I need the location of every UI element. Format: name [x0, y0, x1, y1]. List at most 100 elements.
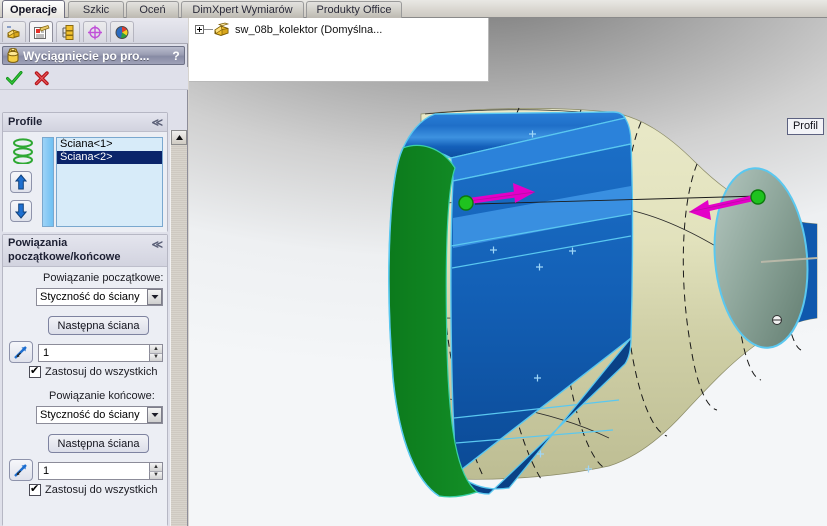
- profile-group: Profile ≪ Ściana<1> Ściana<2>: [2, 112, 168, 232]
- feature-manager-tab[interactable]: [2, 21, 26, 42]
- graphics-area[interactable]: Profil sw_08b_kolektor (Domyślna...: [189, 18, 827, 526]
- end-tangent-length-value[interactable]: 1: [39, 463, 149, 479]
- close-icon: [34, 70, 49, 85]
- view-orientation-icon[interactable]: [699, 18, 719, 19]
- selection-color-strip: [42, 137, 54, 227]
- display-style-icon[interactable]: [727, 18, 747, 19]
- feature-tree-overlay[interactable]: sw_08b_kolektor (Domyślna...: [189, 18, 489, 82]
- scrollbar-up-button[interactable]: [171, 130, 187, 145]
- end-constraint-value: Styczność do ściany: [40, 409, 140, 421]
- property-manager-title-text: Wyciągnięcie po pro...: [23, 48, 150, 63]
- start-tangent-length-value[interactable]: 1: [39, 345, 149, 361]
- start-end-constraints-group: Powiązania początkowe/końcowe ≪ Powiązan…: [2, 234, 168, 526]
- help-button[interactable]: ?: [168, 49, 184, 63]
- spinner-down-button[interactable]: ▼: [149, 353, 162, 361]
- start-tangent-direction-button[interactable]: [9, 341, 33, 363]
- solidworks-window: Operacje Szkic Oceń DimXpert Wymiarów Pr…: [0, 0, 827, 526]
- profile-list[interactable]: Ściana<1> Ściana<2>: [56, 137, 163, 227]
- end-apply-all-checkbox[interactable]: Zastosuj do wszystkich: [29, 483, 158, 496]
- manager-tab-strip: [0, 18, 188, 44]
- list-item[interactable]: Ściana<1>: [57, 138, 162, 151]
- tab-szkic[interactable]: Szkic: [68, 1, 124, 18]
- start-constraint-value: Styczność do ściany: [40, 291, 140, 303]
- display-manager-tab[interactable]: [110, 21, 134, 42]
- zoom-to-fit-icon[interactable]: [611, 18, 631, 19]
- end-constraint-dropdown[interactable]: Styczność do ściany: [36, 406, 163, 424]
- start-constraint-label: Powiązanie początkowe:: [43, 272, 164, 284]
- profile-group-body: Ściana<1> Ściana<2>: [3, 132, 167, 232]
- end-next-face-label: Następna ściana: [57, 437, 140, 450]
- panel-scrollbar[interactable]: [170, 130, 187, 526]
- tab-dimxpert-wymiarow[interactable]: DimXpert Wymiarów: [181, 1, 304, 18]
- start-drag-handle[interactable]: [458, 195, 474, 211]
- spinner-up-button[interactable]: ▲: [149, 345, 162, 354]
- feature-tree-root-row[interactable]: sw_08b_kolektor (Domyślna...: [195, 22, 382, 37]
- checkbox-checked-icon[interactable]: [29, 483, 41, 496]
- rotate-view-icon[interactable]: [655, 18, 675, 19]
- command-manager-tabbar: Operacje Szkic Oceń DimXpert Wymiarów Pr…: [0, 0, 827, 18]
- constraints-title-line1: Powiązania: [8, 237, 68, 249]
- checkbox-checked-icon[interactable]: [29, 365, 41, 378]
- zoom-to-area-icon[interactable]: [633, 18, 653, 19]
- chevron-up-icon[interactable]: ≪: [151, 116, 167, 129]
- view-toolbar: ▾ ▾ ▾: [611, 18, 825, 19]
- constraints-group-title: Powiązania początkowe/końcowe: [8, 236, 151, 264]
- move-up-button[interactable]: [10, 171, 32, 193]
- hide-show-items-icon[interactable]: [755, 18, 775, 19]
- end-drag-handle[interactable]: [750, 189, 766, 205]
- tab-label: Operacje: [9, 3, 58, 16]
- move-down-button[interactable]: [10, 200, 32, 222]
- profile-group-header[interactable]: Profile ≪: [3, 113, 167, 132]
- end-apply-all-label: Zastosuj do wszystkich: [45, 484, 158, 496]
- triangle-up-icon: [175, 135, 183, 140]
- ok-button[interactable]: [4, 69, 24, 87]
- chevron-down-icon[interactable]: [147, 407, 162, 423]
- tab-ocen[interactable]: Oceń: [126, 1, 179, 18]
- property-manager-tab[interactable]: [29, 21, 53, 42]
- list-item[interactable]: Ściana<2>: [57, 151, 162, 164]
- end-next-face-button[interactable]: Następna ściana: [48, 434, 149, 453]
- display-palette-icon: [115, 25, 129, 39]
- tab-label: DimXpert Wymiarów: [192, 4, 293, 16]
- spinner-up-button[interactable]: ▲: [149, 463, 162, 472]
- constraints-title-line2: początkowe/końcowe: [8, 251, 121, 263]
- start-next-face-button[interactable]: Następna ściana: [48, 316, 149, 335]
- start-constraint-dropdown[interactable]: Styczność do ściany: [36, 288, 163, 306]
- loft-model-3d[interactable]: [189, 18, 827, 526]
- arrow-up-icon: [15, 174, 27, 190]
- spinner-buttons[interactable]: ▲ ▼: [149, 345, 162, 361]
- check-icon: [5, 70, 22, 85]
- spinner-buttons[interactable]: ▲ ▼: [149, 463, 162, 479]
- tab-produkty-office[interactable]: Produkty Office: [306, 1, 402, 18]
- loft-profiles-icon: [11, 138, 35, 164]
- configuration-manager-tab[interactable]: [56, 21, 80, 42]
- end-tangent-length-spinner[interactable]: 1 ▲ ▼: [38, 462, 163, 480]
- chevron-down-icon[interactable]: [147, 289, 162, 305]
- dimxpert-manager-tab[interactable]: [83, 21, 107, 42]
- expand-icon[interactable]: [195, 25, 204, 34]
- constraints-group-header[interactable]: Powiązania początkowe/końcowe ≪: [3, 235, 167, 267]
- loft-feature-icon: [7, 48, 19, 63]
- start-apply-all-label: Zastosuj do wszystkich: [45, 366, 158, 378]
- scrollbar-track[interactable]: [171, 145, 187, 526]
- cancel-button[interactable]: [32, 69, 52, 87]
- feature-tree-root-label: sw_08b_kolektor (Domyślna...: [235, 23, 383, 36]
- end-tangent-direction-button[interactable]: [9, 459, 33, 481]
- start-tangent-length-spinner[interactable]: 1 ▲ ▼: [38, 344, 163, 362]
- edit-appearance-icon[interactable]: [783, 18, 803, 19]
- section-view-icon[interactable]: [677, 18, 697, 19]
- tangent-arrow-icon: [14, 345, 27, 359]
- tab-operacje[interactable]: Operacje: [2, 0, 65, 18]
- part-document-icon: [214, 22, 230, 37]
- property-manager-panel: Wyciągnięcie po pro... ? Profile ≪ Ścian…: [0, 18, 188, 526]
- spinner-down-button[interactable]: ▼: [149, 471, 162, 479]
- property-manager-icon: [33, 24, 50, 39]
- tangent-arrow-icon: [14, 463, 27, 477]
- chevron-up-icon[interactable]: ≪: [151, 236, 167, 252]
- start-apply-all-checkbox[interactable]: Zastosuj do wszystkich: [29, 365, 158, 378]
- apply-scene-icon[interactable]: [805, 18, 825, 19]
- tab-label: Szkic: [82, 4, 110, 16]
- configuration-icon: [62, 24, 73, 40]
- end-constraint-label: Powiązanie końcowe:: [49, 390, 155, 402]
- property-manager-title: Wyciągnięcie po pro... ?: [2, 46, 185, 65]
